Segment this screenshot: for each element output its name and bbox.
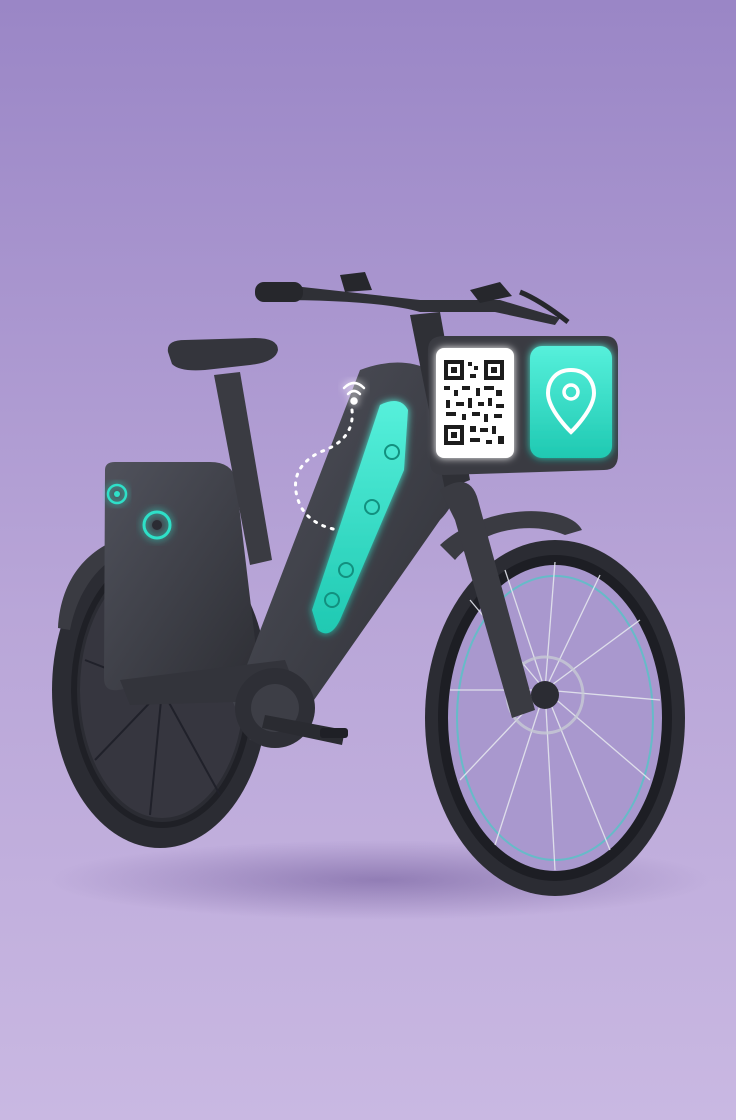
front-wheel [425,540,685,896]
map-pin-screen [530,346,612,458]
smart-box [428,336,618,475]
ebike-illustration [0,0,736,1120]
rear-battery-panel [104,462,256,691]
